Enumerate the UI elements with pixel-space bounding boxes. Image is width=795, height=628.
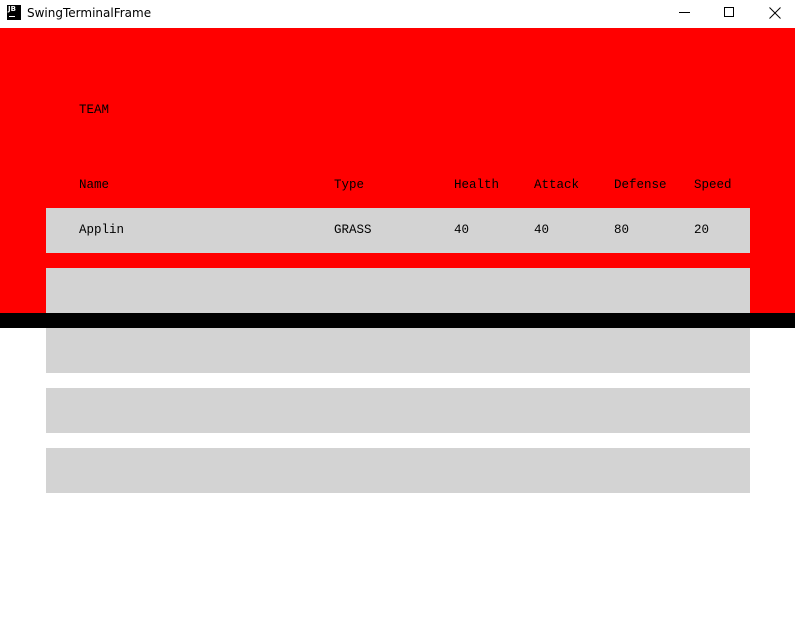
minimize-button[interactable] bbox=[662, 0, 708, 28]
column-header-attack: Attack bbox=[534, 178, 580, 192]
pokemon-speed: 20 bbox=[694, 223, 710, 237]
minimize-icon bbox=[679, 12, 690, 13]
team-slot-row[interactable] bbox=[46, 448, 750, 493]
team-slot-row[interactable] bbox=[46, 388, 750, 433]
team-slot-row[interactable] bbox=[46, 328, 750, 373]
app-icon-label: JB bbox=[8, 5, 16, 13]
pokemon-health: 40 bbox=[454, 223, 470, 237]
team-heading: TEAM bbox=[79, 103, 110, 117]
title-bar[interactable]: JB SwingTerminalFrame bbox=[0, 0, 795, 28]
terminal-content: TEAM Name Type Health Attack Defense Spe… bbox=[0, 28, 795, 628]
pokemon-type: GRASS bbox=[334, 223, 372, 237]
pokemon-defense: 80 bbox=[614, 223, 630, 237]
app-window: JB SwingTerminalFrame TEAM Name Type Hea… bbox=[0, 0, 795, 628]
window-title: SwingTerminalFrame bbox=[27, 6, 152, 20]
column-header-speed: Speed bbox=[694, 178, 732, 192]
column-header-defense: Defense bbox=[614, 178, 667, 192]
close-icon bbox=[769, 7, 781, 19]
pokemon-attack: 40 bbox=[534, 223, 550, 237]
maximize-button[interactable] bbox=[706, 0, 752, 28]
column-header-name: Name bbox=[79, 178, 110, 192]
column-header-type: Type bbox=[334, 178, 365, 192]
app-icon: JB bbox=[7, 5, 21, 20]
team-slot-row[interactable] bbox=[46, 268, 750, 313]
close-button[interactable] bbox=[752, 0, 795, 28]
pokemon-name: Applin bbox=[79, 223, 125, 237]
team-slot-row[interactable]: Applin GRASS 40 40 80 20 bbox=[46, 208, 750, 253]
column-header-health: Health bbox=[454, 178, 500, 192]
maximize-icon bbox=[724, 7, 734, 17]
divider-band bbox=[0, 313, 795, 328]
